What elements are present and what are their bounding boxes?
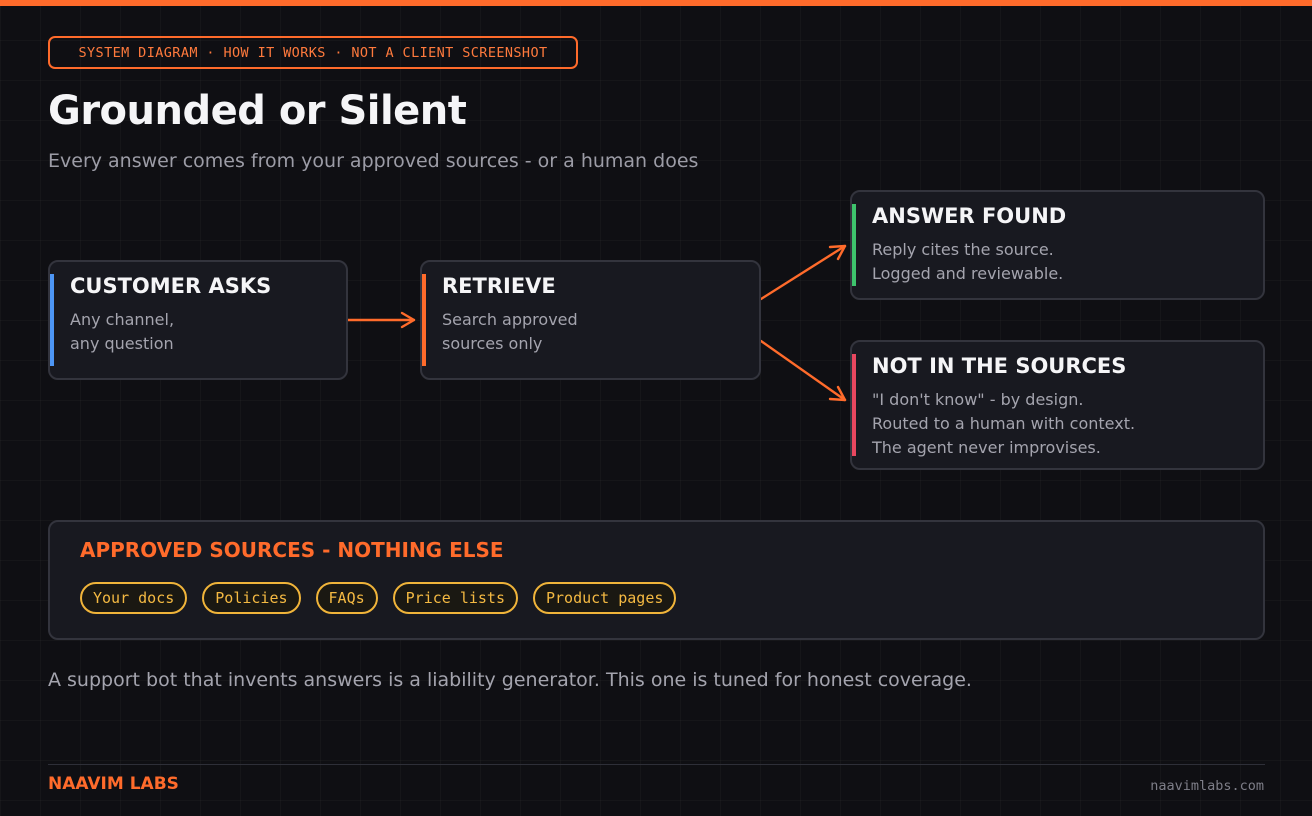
node-customer-asks: CUSTOMER ASKS Any channel, any question (48, 260, 348, 380)
node-accent-bar (422, 274, 426, 366)
node-title: ANSWER FOUND (872, 204, 1067, 228)
arrow-ask-to-retrieve (346, 311, 416, 329)
node-description: Routed to a human with context. (872, 414, 1136, 433)
sources-title: APPROVED SOURCES - NOTHING ELSE (80, 538, 504, 562)
source-chip-list: Your docs Policies FAQs Price lists Prod… (80, 582, 677, 614)
arrow-retrieve-to-not-found (759, 339, 847, 402)
node-accent-bar (852, 354, 856, 456)
source-chip: Policies (202, 582, 301, 614)
node-description: The agent never improvises. (872, 438, 1101, 457)
site-url: naavimlabs.com (1150, 778, 1264, 794)
footnote: A support bot that invents answers is a … (48, 669, 972, 691)
brand-name: NAAVIM LABS (48, 774, 179, 794)
node-title: CUSTOMER ASKS (70, 274, 272, 298)
node-description: "I don't know" - by design. (872, 390, 1084, 409)
node-description: Reply cites the source. (872, 240, 1054, 259)
node-description: Search approved (442, 310, 578, 329)
node-description: Any channel, (70, 310, 175, 329)
node-description: Logged and reviewable. (872, 264, 1064, 283)
source-chip: Price lists (392, 582, 518, 614)
footer-divider (48, 764, 1265, 765)
source-chip: Your docs (80, 582, 188, 614)
node-description: any question (70, 334, 174, 353)
arrow-retrieve-to-found (759, 244, 847, 301)
node-description: sources only (442, 334, 543, 353)
node-not-in-sources: NOT IN THE SOURCES "I don't know" - by d… (850, 340, 1265, 470)
node-title: NOT IN THE SOURCES (872, 354, 1127, 378)
node-title: RETRIEVE (442, 274, 556, 298)
node-answer-found: ANSWER FOUND Reply cites the source. Log… (850, 190, 1265, 300)
node-accent-bar (852, 204, 856, 286)
source-chip: Product pages (533, 582, 677, 614)
approved-sources-panel: APPROVED SOURCES - NOTHING ELSE Your doc… (48, 520, 1265, 640)
node-accent-bar (50, 274, 54, 366)
node-retrieve: RETRIEVE Search approved sources only (420, 260, 761, 380)
source-chip: FAQs (315, 582, 378, 614)
